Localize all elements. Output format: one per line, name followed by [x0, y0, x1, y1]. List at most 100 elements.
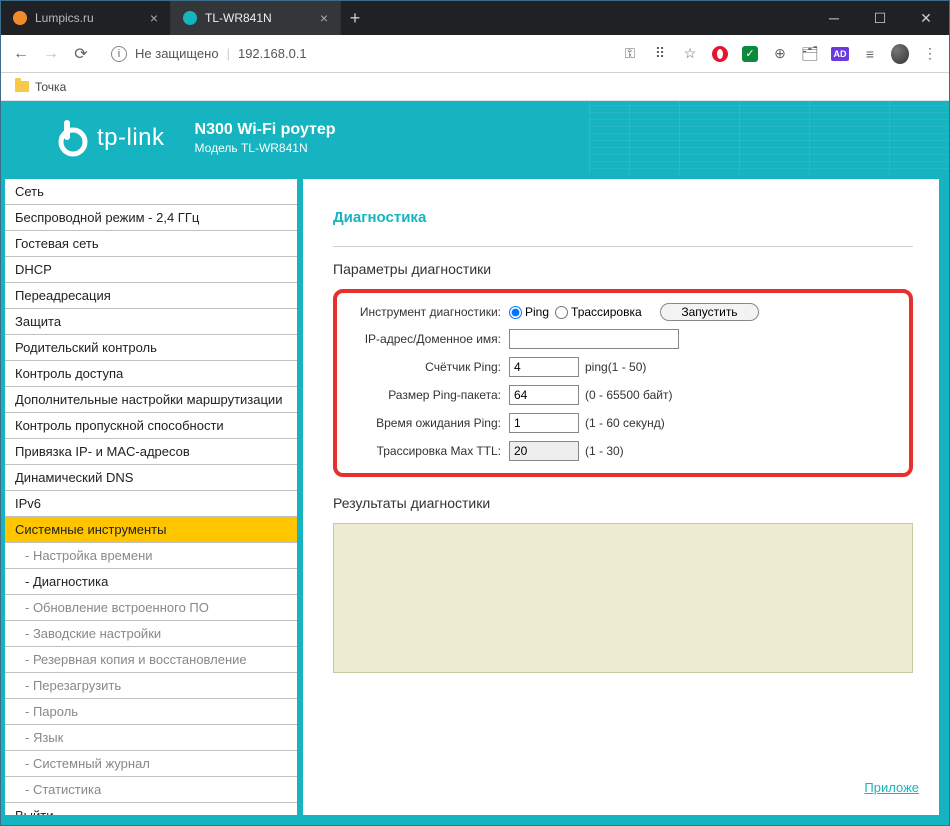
results-title: Результаты диагностики — [333, 495, 913, 511]
sidebar-item[interactable]: Системные инструменты — [5, 517, 297, 543]
banner-subtitle: Модель TL-WR841N — [195, 141, 336, 157]
label-ttl: Трассировка Max TTL: — [349, 444, 509, 458]
maximize-button[interactable]: ☐ — [857, 1, 903, 35]
sidebar-item[interactable]: Родительский контроль — [5, 335, 297, 361]
browser-window: Lumpics.ru × TL-WR841N × + ─ ☐ ✕ ← → ⟳ i… — [0, 0, 950, 826]
readlist-icon[interactable]: ≡ — [861, 45, 879, 63]
sidebar[interactable]: СетьБеспроводной режим - 2,4 ГГцГостевая… — [5, 179, 297, 815]
logo-text: tp-link — [97, 124, 165, 152]
label-size: Размер Ping-пакета: — [349, 388, 509, 402]
close-icon[interactable]: × — [150, 10, 158, 26]
sidebar-item[interactable]: Гостевая сеть — [5, 231, 297, 257]
security-label: Не защищено — [135, 46, 219, 61]
results-box — [333, 523, 913, 673]
back-button[interactable]: ← — [11, 44, 31, 64]
section-title: Параметры диагностики — [333, 261, 913, 277]
label-count: Счётчик Ping: — [349, 360, 509, 374]
sidebar-item[interactable]: - Заводские настройки — [5, 621, 297, 647]
page-title: Диагностика — [333, 209, 913, 226]
minimize-button[interactable]: ─ — [811, 1, 857, 35]
sidebar-item[interactable]: Динамический DNS — [5, 465, 297, 491]
check-icon[interactable]: ✓ — [741, 45, 759, 63]
banner-title: N300 Wi-Fi роутер — [195, 120, 336, 141]
hint-size: (0 - 65500 байт) — [585, 388, 673, 402]
reload-button[interactable]: ⟳ — [71, 44, 91, 64]
sidebar-item[interactable]: - Резервная копия и восстановление — [5, 647, 297, 673]
translate-icon[interactable]: ⠿ — [651, 45, 669, 63]
sidebar-item[interactable]: Дополнительные настройки маршрутизации — [5, 387, 297, 413]
sidebar-item[interactable]: - Обновление встроенного ПО — [5, 595, 297, 621]
timeout-input[interactable] — [509, 413, 579, 433]
sidebar-item[interactable]: Контроль доступа — [5, 361, 297, 387]
bookmark-item[interactable]: Точка — [35, 80, 66, 94]
key-icon[interactable]: ⚿ — [621, 45, 639, 63]
window-controls: ─ ☐ ✕ — [811, 1, 949, 35]
banner: tp-link N300 Wi-Fi роутер Модель TL-WR84… — [1, 101, 949, 175]
label-tool: Инструмент диагностики: — [349, 305, 509, 319]
page: tp-link N300 Wi-Fi роутер Модель TL-WR84… — [1, 101, 949, 825]
sidebar-item[interactable]: Беспроводной режим - 2,4 ГГц — [5, 205, 297, 231]
size-input[interactable] — [509, 385, 579, 405]
toolbar-icons: ⚿ ⠿ ☆ ✓ ⊕ 🗂 AD ≡ ⋮ — [621, 45, 939, 63]
sidebar-item[interactable]: - Язык — [5, 725, 297, 751]
star-icon[interactable]: ☆ — [681, 45, 699, 63]
tab-title: TL-WR841N — [205, 11, 272, 25]
info-icon[interactable]: i — [111, 46, 127, 62]
banner-titles: N300 Wi-Fi роутер Модель TL-WR841N — [195, 120, 336, 156]
hint-timeout: (1 - 60 секунд) — [585, 416, 665, 430]
ip-input[interactable] — [509, 329, 679, 349]
url-text: 192.168.0.1 — [238, 46, 307, 61]
sidebar-item[interactable]: Контроль пропускной способности — [5, 413, 297, 439]
sidebar-item[interactable]: - Системный журнал — [5, 751, 297, 777]
bookmarks-bar: Точка — [1, 73, 949, 101]
sidebar-item[interactable]: Привязка IP- и MAC-адресов — [5, 439, 297, 465]
main-scroll[interactable]: Диагностика Параметры диагностики Инстру… — [303, 179, 923, 799]
avatar-icon[interactable] — [891, 45, 909, 63]
tab-title: Lumpics.ru — [35, 11, 94, 25]
folder-icon — [15, 81, 29, 92]
globe-icon[interactable]: ⊕ — [771, 45, 789, 63]
favicon-icon — [13, 11, 27, 25]
close-button[interactable]: ✕ — [903, 1, 949, 35]
sidebar-item[interactable]: Защита — [5, 309, 297, 335]
opera-icon[interactable] — [711, 45, 729, 63]
sidebar-item[interactable]: - Перезагрузить — [5, 673, 297, 699]
sidebar-item[interactable]: IPv6 — [5, 491, 297, 517]
radio-trace[interactable]: Трассировка — [555, 305, 642, 319]
sidebar-item[interactable]: Сеть — [5, 179, 297, 205]
logo-icon — [51, 118, 91, 158]
sidebar-item[interactable]: DHCP — [5, 257, 297, 283]
extension-icon[interactable]: 🗂 — [801, 45, 819, 63]
sidebar-item[interactable]: Переадресация — [5, 283, 297, 309]
label-timeout: Время ожидания Ping: — [349, 416, 509, 430]
tab-router[interactable]: TL-WR841N × — [171, 1, 341, 35]
menu-icon[interactable]: ⋮ — [921, 45, 939, 63]
close-icon[interactable]: × — [320, 10, 328, 26]
ttl-input[interactable] — [509, 441, 579, 461]
sidebar-item[interactable]: - Пароль — [5, 699, 297, 725]
hint-ttl: (1 - 30) — [585, 444, 624, 458]
main-panel: Диагностика Параметры диагностики Инстру… — [303, 179, 939, 815]
sidebar-item[interactable]: - Настройка времени — [5, 543, 297, 569]
new-tab-button[interactable]: + — [341, 1, 369, 35]
banner-decor — [589, 101, 949, 175]
ad-icon[interactable]: AD — [831, 45, 849, 63]
run-button[interactable]: Запустить — [660, 303, 758, 321]
titlebar: Lumpics.ru × TL-WR841N × + ─ ☐ ✕ — [1, 1, 949, 35]
help-link[interactable]: Приложе — [864, 780, 919, 795]
sidebar-item[interactable]: - Статистика — [5, 777, 297, 803]
count-input[interactable] — [509, 357, 579, 377]
params-block: Инструмент диагностики: Ping Трассировка… — [333, 289, 913, 477]
sidebar-item[interactable]: - Диагностика — [5, 569, 297, 595]
radio-ping[interactable]: Ping — [509, 305, 549, 319]
address-bar[interactable]: i Не защищено | 192.168.0.1 — [101, 44, 611, 64]
toolbar: ← → ⟳ i Не защищено | 192.168.0.1 ⚿ ⠿ ☆ … — [1, 35, 949, 73]
divider — [333, 246, 913, 247]
logo: tp-link — [51, 118, 165, 158]
forward-button[interactable]: → — [41, 44, 61, 64]
label-ip: IP-адрес/Доменное имя: — [349, 332, 509, 346]
tab-lumpics[interactable]: Lumpics.ru × — [1, 1, 171, 35]
layout: СетьБеспроводной режим - 2,4 ГГцГостевая… — [1, 175, 949, 825]
sidebar-item[interactable]: Выйти — [5, 803, 297, 815]
favicon-icon — [183, 11, 197, 25]
